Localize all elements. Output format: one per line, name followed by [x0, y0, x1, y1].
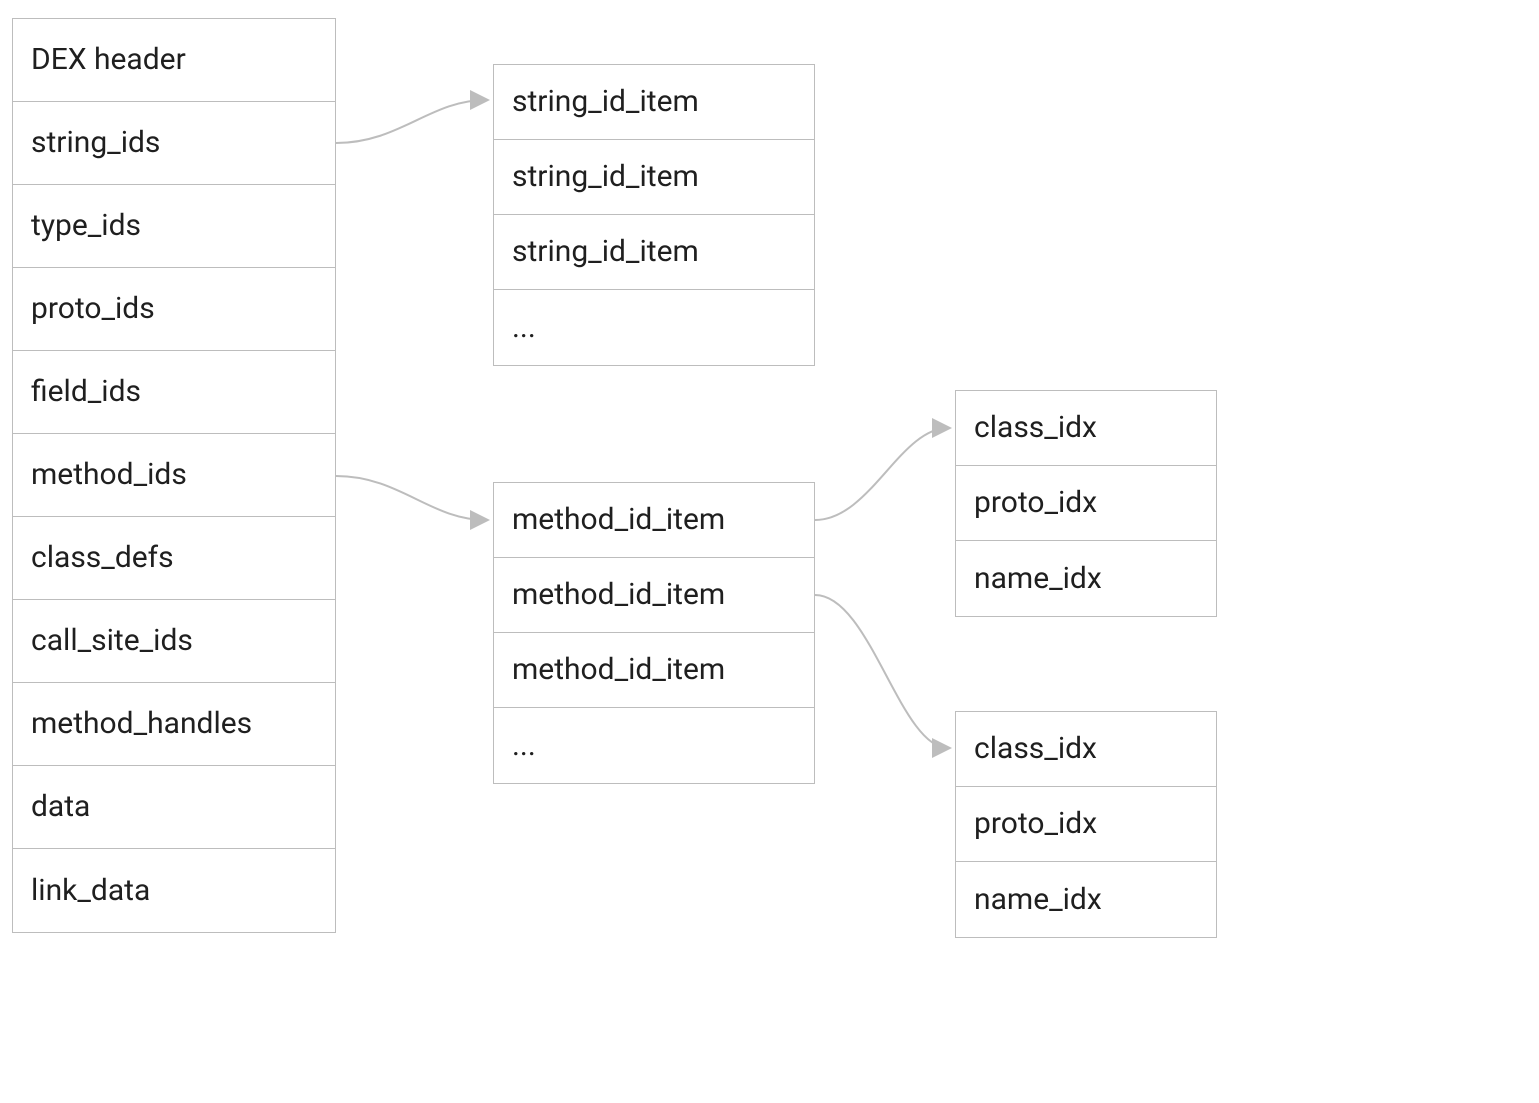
dex-sections-box: DEX header string_ids type_ids proto_ids… — [12, 18, 336, 933]
method-detail-field: name_idx — [956, 862, 1216, 937]
dex-section: field_ids — [13, 351, 335, 434]
dex-section: call_site_ids — [13, 600, 335, 683]
arrow-method-item-bottom — [815, 595, 948, 748]
method-detail-field: class_idx — [956, 712, 1216, 787]
method-detail-box-2: class_idx proto_idx name_idx — [955, 711, 1217, 938]
dex-section: proto_ids — [13, 268, 335, 351]
method-id-item-ellipsis: ... — [494, 708, 814, 783]
method-detail-field: proto_idx — [956, 787, 1216, 862]
method-id-list-box: method_id_item method_id_item method_id_… — [493, 482, 815, 784]
string-id-item-ellipsis: ... — [494, 290, 814, 365]
arrow-string-ids — [336, 100, 486, 143]
dex-section: data — [13, 766, 335, 849]
method-detail-field: proto_idx — [956, 466, 1216, 541]
method-detail-field: name_idx — [956, 541, 1216, 616]
method-id-item: method_id_item — [494, 558, 814, 633]
string-id-item: string_id_item — [494, 65, 814, 140]
arrow-method-ids — [336, 476, 486, 520]
dex-section: string_ids — [13, 102, 335, 185]
string-id-list-box: string_id_item string_id_item string_id_… — [493, 64, 815, 366]
string-id-item: string_id_item — [494, 140, 814, 215]
dex-section: link_data — [13, 849, 335, 932]
method-detail-box-1: class_idx proto_idx name_idx — [955, 390, 1217, 617]
dex-section: class_defs — [13, 517, 335, 600]
diagram-canvas: DEX header string_ids type_ids proto_ids… — [0, 0, 1539, 1103]
dex-section: method_ids — [13, 434, 335, 517]
dex-section: type_ids — [13, 185, 335, 268]
dex-section: method_handles — [13, 683, 335, 766]
dex-section: DEX header — [13, 19, 335, 102]
arrow-method-item-top — [815, 428, 948, 520]
string-id-item: string_id_item — [494, 215, 814, 290]
method-detail-field: class_idx — [956, 391, 1216, 466]
method-id-item: method_id_item — [494, 633, 814, 708]
method-id-item: method_id_item — [494, 483, 814, 558]
